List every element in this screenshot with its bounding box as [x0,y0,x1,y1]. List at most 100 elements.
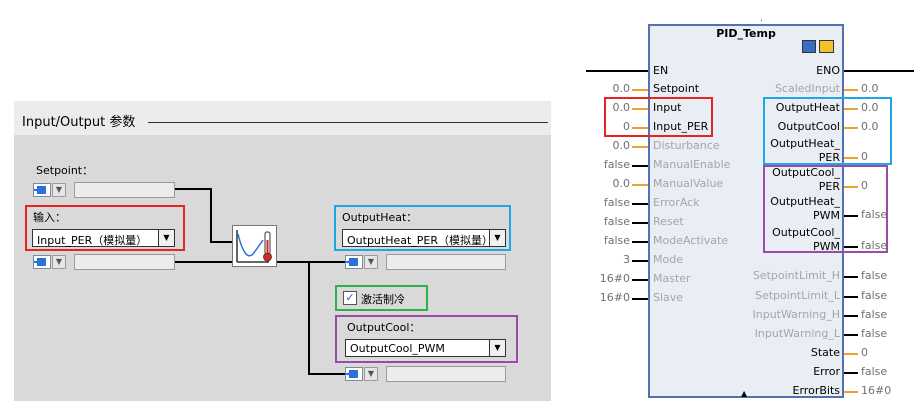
panel-header: Input/Output 参数 [14,101,551,135]
output-pin-setpointlimit-l[interactable]: SetpointLimit_L [755,289,840,302]
input-pin-master[interactable]: Master [653,272,691,285]
wire [210,188,212,243]
output-value[interactable]: 0.0 [861,82,879,95]
output-heat-pins-highlight-box [763,97,892,165]
input-wire [632,298,648,300]
input-value[interactable]: 0.0 [586,82,631,95]
output-pin-eno[interactable]: ENO [816,64,840,77]
block-config-icon[interactable] [802,40,816,53]
input-value[interactable]: 16#0 [586,291,630,304]
output-value[interactable]: false [861,365,887,378]
setpoint-connection-dropdown[interactable]: ▼ [52,183,66,197]
input-field[interactable] [74,254,175,270]
output-cool-select-value: OutputCool_PWM [350,342,445,355]
wire [308,261,310,375]
output-pin-inputwarning-l[interactable]: InputWarning_L [755,327,840,340]
input-pin-en[interactable]: EN [653,64,668,77]
block-title: PID_Temp [716,27,776,40]
output-wire [844,276,858,278]
input-wire [632,260,648,262]
output-heat-connection-icon[interactable] [345,255,363,269]
input-pin-modeactivate[interactable]: ModeActivate [653,234,728,247]
input-pin-reset[interactable]: Reset [653,215,684,228]
output-heat-select[interactable]: OutputHeat_PER（模拟量） ▼ [342,229,506,247]
input-value[interactable]: 0.0 [586,177,631,190]
output-cool-label: OutputCool： [347,321,421,334]
expand-icon[interactable]: ▲ [741,389,747,398]
output-pin-inputwarning-h[interactable]: InputWarning_H [753,308,840,321]
input-pin-slave[interactable]: Slave [653,291,683,304]
wire [277,261,345,263]
wire [175,261,232,263]
setpoint-label: Setpoint： [36,164,94,177]
wire [308,373,345,375]
output-heat-field[interactable] [386,254,506,270]
output-cool-connection-icon[interactable] [345,367,363,381]
output-value[interactable]: false [861,308,887,321]
input-pin-mode[interactable]: Mode [653,253,683,266]
output-pin-setpointlimit-h[interactable]: SetpointLimit_H [753,269,840,282]
output-pin-errorbits[interactable]: ErrorBits [793,384,840,397]
input-wire [632,203,648,205]
output-cool-field[interactable] [386,366,506,382]
output-cool-pins-highlight-box [763,165,888,253]
commissioning-icon[interactable] [819,40,834,53]
input-select[interactable]: Input_PER（模拟量） ▼ [32,229,175,247]
output-heat-label: OutputHeat： [342,211,418,224]
output-wire [844,89,858,91]
input-value[interactable]: false [586,234,630,247]
output-wire [844,334,858,336]
block-marker: . [760,14,763,24]
input-value[interactable]: false [586,196,630,209]
output-value[interactable]: 0 [861,346,868,359]
input-pin-disturbance[interactable]: Disturbance [653,139,720,152]
input-wire [632,279,648,281]
output-cool-connection-dropdown[interactable]: ▼ [364,367,378,381]
setpoint-field[interactable] [74,182,175,198]
setpoint-connection-icon[interactable] [33,183,51,197]
input-pin-setpoint[interactable]: Setpoint [653,82,699,95]
input-wire [632,89,648,91]
input-connection-dropdown[interactable]: ▼ [52,255,66,269]
chevron-down-icon[interactable]: ▼ [158,230,174,246]
input-pin-manualvalue[interactable]: ManualValue [653,177,723,190]
output-cool-select[interactable]: OutputCool_PWM ▼ [345,339,506,357]
output-heat-connection-dropdown[interactable]: ▼ [364,255,378,269]
header-divider [148,122,548,123]
output-value[interactable]: 16#0 [861,384,891,397]
output-wire [844,353,858,355]
output-value[interactable]: false [861,327,887,340]
input-label: 输入： [33,211,66,224]
output-value[interactable]: false [861,289,887,302]
chevron-down-icon[interactable]: ▼ [489,230,505,246]
input-wire [632,165,648,167]
input-value[interactable]: false [586,215,630,228]
input-pin-errorack[interactable]: ErrorAck [653,196,700,209]
activate-cooling-label: 激活制冷 [361,293,405,306]
output-wire [844,296,858,298]
pid-temp-icon [232,225,277,267]
input-pin-manualenable[interactable]: ManualEnable [653,158,730,171]
input-wire [632,222,648,224]
chevron-down-icon[interactable]: ▼ [489,340,505,356]
output-pin-error[interactable]: Error [813,365,840,378]
wire [175,188,211,190]
output-pin-scaledinput[interactable]: ScaledInput [775,82,840,95]
output-wire [844,315,858,317]
input-wire [632,146,648,148]
panel-title: Input/Output 参数 [22,115,136,130]
input-value[interactable]: 16#0 [586,272,630,285]
input-connection-icon[interactable] [33,255,51,269]
activate-cooling-checkbox[interactable]: ✓ [343,291,357,305]
output-heat-select-value: OutputHeat_PER（模拟量） [347,234,494,247]
eno-line [844,70,914,72]
input-select-value: Input_PER（模拟量） [37,234,148,247]
output-wire [844,372,858,374]
wire [210,241,232,243]
output-pin-state[interactable]: State [811,346,840,359]
input-value[interactable]: 3 [586,253,630,266]
input-value[interactable]: false [586,158,630,171]
output-value[interactable]: false [861,269,887,282]
input-value[interactable]: 0.0 [586,139,631,152]
en-line [586,70,648,72]
